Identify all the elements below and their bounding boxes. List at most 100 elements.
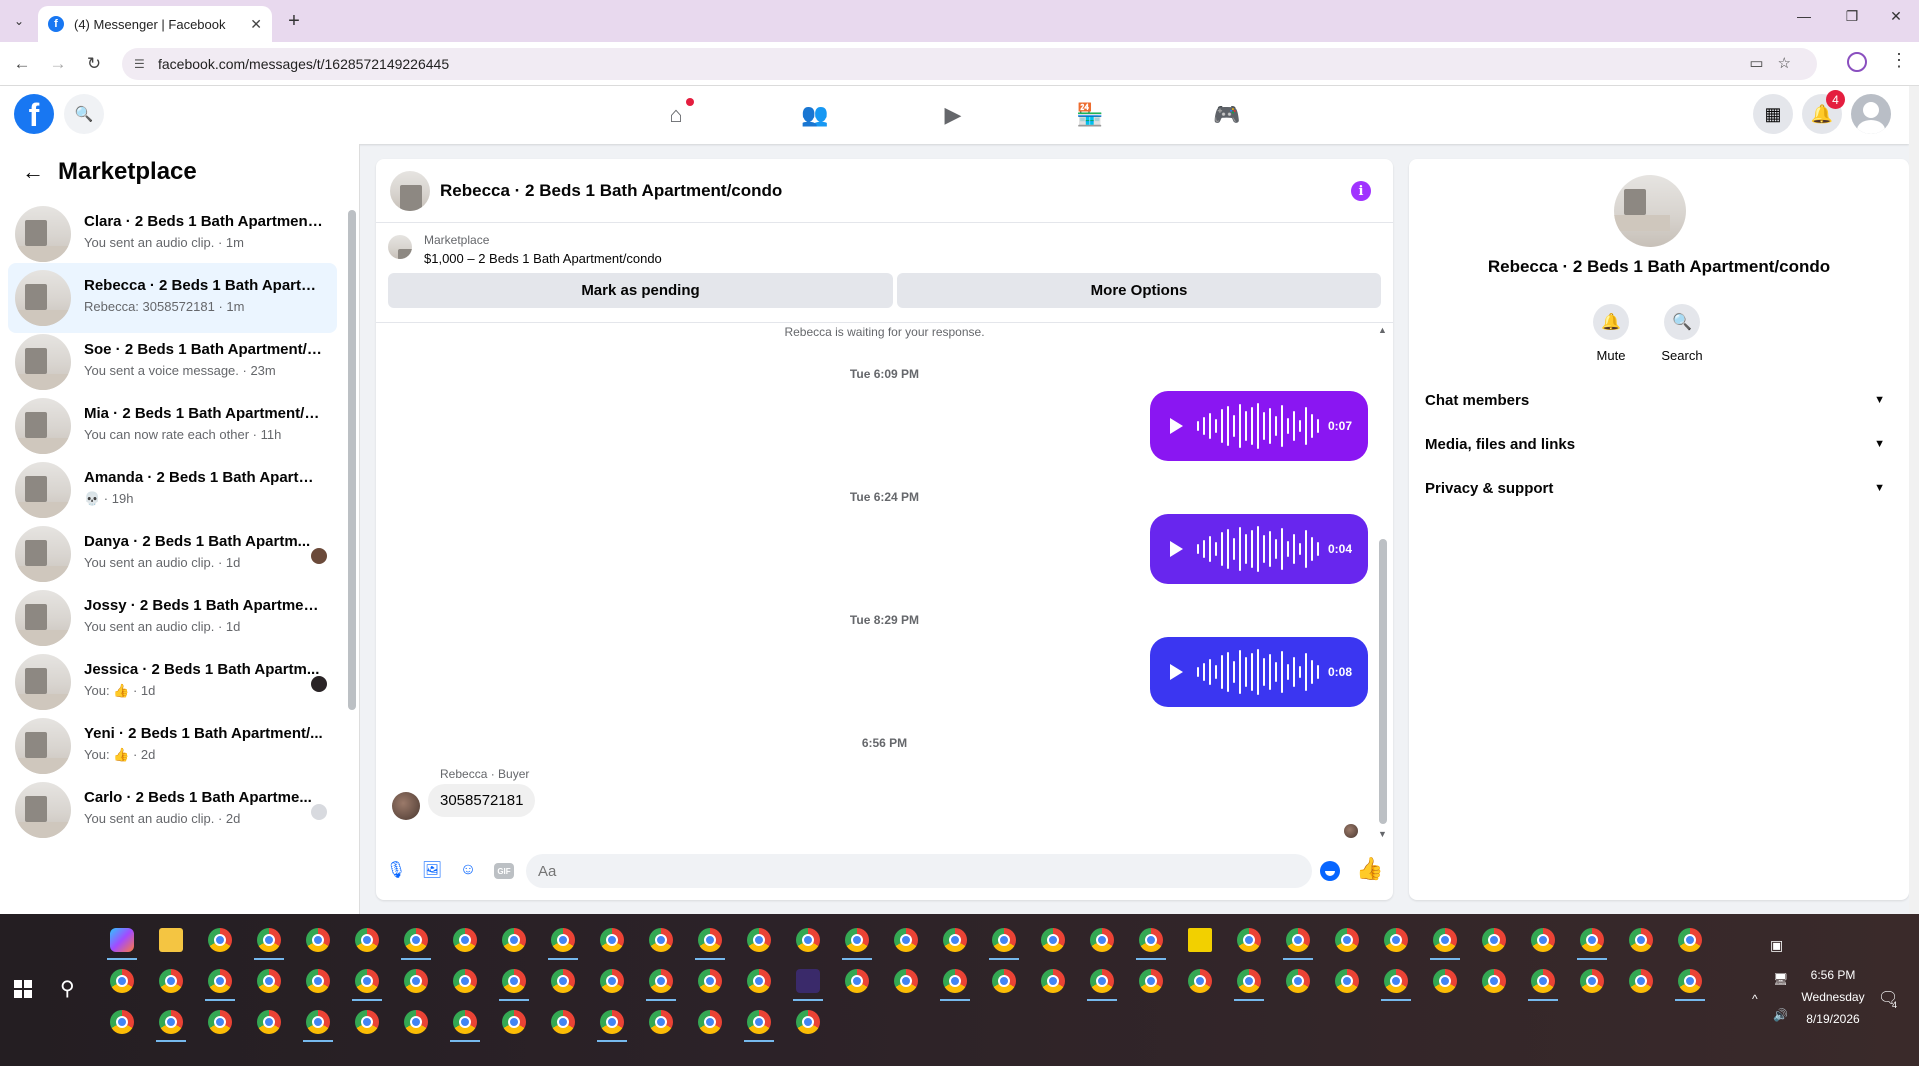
conversation-item-jossy[interactable]: Jossy · 2 Beds 1 Bath Apartment... You s… xyxy=(8,583,337,653)
chrome-window-icon[interactable] xyxy=(257,928,281,952)
restore-icon[interactable]: ❐ xyxy=(1832,8,1872,25)
conversation-item-amanda[interactable]: Amanda · 2 Beds 1 Bath Apartm... 💀 · 19h xyxy=(8,455,337,525)
chrome-window-icon[interactable] xyxy=(1237,928,1261,952)
chrome-window-icon[interactable] xyxy=(943,969,967,993)
forward-icon[interactable]: → xyxy=(46,52,70,76)
chrome-window-icon[interactable] xyxy=(1482,969,1506,993)
buyer-avatar[interactable] xyxy=(392,792,420,820)
chrome-window-icon[interactable] xyxy=(747,928,771,952)
chrome-window-icon[interactable] xyxy=(453,928,477,952)
chrome-window-icon[interactable] xyxy=(1678,969,1702,993)
attach-photo-icon[interactable]: 🖼 xyxy=(420,858,444,882)
privacy-support-section[interactable]: Privacy & support ▼ xyxy=(1425,473,1885,503)
conversation-list-scrollbar[interactable] xyxy=(348,210,356,710)
chrome-window-icon[interactable] xyxy=(845,969,869,993)
sticky-notes-icon[interactable] xyxy=(1188,928,1212,952)
chrome-window-icon[interactable] xyxy=(1139,969,1163,993)
clock-day[interactable]: Wednesday xyxy=(1790,990,1876,1004)
video-icon[interactable]: ▶ xyxy=(933,100,973,130)
volume-icon[interactable]: 🔊 xyxy=(1773,1008,1788,1022)
chat-scrollbar[interactable] xyxy=(1379,539,1387,824)
chrome-window-icon[interactable] xyxy=(1678,928,1702,952)
chrome-window-icon[interactable] xyxy=(1384,928,1408,952)
chrome-window-icon[interactable] xyxy=(943,928,967,952)
conversation-item-rebecca[interactable]: Rebecca · 2 Beds 1 Bath Apartm... Rebecc… xyxy=(8,263,337,333)
incoming-message-bubble[interactable]: 3058572181 xyxy=(428,784,536,817)
gaming-icon[interactable]: 🎮 xyxy=(1207,100,1247,130)
chat-title[interactable]: Rebecca · 2 Beds 1 Bath Apartment/condo xyxy=(440,181,782,201)
chrome-window-icon[interactable] xyxy=(306,928,330,952)
search-in-conversation-button[interactable]: 🔍 Search xyxy=(1647,304,1717,363)
windows-start-icon[interactable] xyxy=(14,980,32,998)
chrome-window-icon[interactable] xyxy=(1335,928,1359,952)
chrome-window-icon[interactable] xyxy=(1090,928,1114,952)
chrome-window-icon[interactable] xyxy=(1629,969,1653,993)
chrome-window-icon[interactable] xyxy=(1531,969,1555,993)
chrome-window-icon[interactable] xyxy=(110,1010,134,1034)
clock-date[interactable]: 8/19/2026 xyxy=(1790,1012,1876,1026)
chrome-window-icon[interactable] xyxy=(600,928,624,952)
chrome-window-icon[interactable] xyxy=(355,1010,379,1034)
back-icon[interactable]: ← xyxy=(10,52,34,76)
info-listing-thumbnail[interactable] xyxy=(1614,175,1686,247)
chrome-window-icon[interactable] xyxy=(600,969,624,993)
chrome-window-icon[interactable] xyxy=(1041,928,1065,952)
media-files-links-section[interactable]: Media, files and links ▼ xyxy=(1425,429,1885,459)
scroll-down-arrow-icon[interactable]: ▼ xyxy=(1378,829,1387,839)
chrome-window-icon[interactable] xyxy=(1433,969,1457,993)
chrome-window-icon[interactable] xyxy=(306,1010,330,1034)
conversation-item-clara[interactable]: Clara · 2 Beds 1 Bath Apartment/... You … xyxy=(8,199,337,269)
mark-as-pending-button[interactable]: Mark as pending xyxy=(388,273,893,308)
tab-search-chevron-icon[interactable]: ⌄ xyxy=(6,9,32,33)
chrome-window-icon[interactable] xyxy=(698,1010,722,1034)
gif-icon[interactable]: GIF xyxy=(494,863,514,879)
chrome-window-icon[interactable] xyxy=(698,928,722,952)
file-explorer-icon[interactable] xyxy=(159,928,183,952)
close-tab-icon[interactable]: ✕ xyxy=(250,16,262,33)
chrome-window-icon[interactable] xyxy=(1286,928,1310,952)
chrome-window-icon[interactable] xyxy=(1433,928,1457,952)
chrome-window-icon[interactable] xyxy=(1384,969,1408,993)
chrome-window-icon[interactable] xyxy=(992,928,1016,952)
friends-icon[interactable]: 👥 xyxy=(795,100,835,130)
chrome-window-icon[interactable] xyxy=(404,928,428,952)
network-icon[interactable]: 🖥 xyxy=(1773,972,1788,986)
facebook-logo-icon[interactable]: f xyxy=(14,94,54,134)
conversation-item-danya[interactable]: Danya · 2 Beds 1 Bath Apartm... You sent… xyxy=(8,519,337,589)
chrome-window-icon[interactable] xyxy=(649,1010,673,1034)
site-info-icon[interactable]: ☰ xyxy=(134,57,145,71)
chrome-window-icon[interactable] xyxy=(1482,928,1506,952)
chrome-window-icon[interactable] xyxy=(257,1010,281,1034)
chrome-window-icon[interactable] xyxy=(355,969,379,993)
window-close-icon[interactable]: ✕ xyxy=(1876,8,1916,25)
show-hidden-icons-icon[interactable]: ^ xyxy=(1752,992,1758,1006)
chrome-window-icon[interactable] xyxy=(747,1010,771,1034)
chrome-window-icon[interactable] xyxy=(1286,969,1310,993)
back-arrow-icon[interactable]: ← xyxy=(22,159,44,185)
page-scrollbar[interactable] xyxy=(1909,86,1919,914)
chrome-window-icon[interactable] xyxy=(1090,969,1114,993)
reload-icon[interactable]: ↻ xyxy=(82,52,106,76)
chrome-window-icon[interactable] xyxy=(502,969,526,993)
chrome-window-icon[interactable] xyxy=(355,928,379,952)
audio-message[interactable]: 0:04 xyxy=(1150,514,1368,584)
chrome-window-icon[interactable] xyxy=(1188,969,1212,993)
conversation-item-mia[interactable]: Mia · 2 Beds 1 Bath Apartment/c... You c… xyxy=(8,391,337,461)
chrome-window-icon[interactable] xyxy=(649,928,673,952)
marketplace-icon[interactable]: 🏪 xyxy=(1070,100,1110,130)
chrome-window-icon[interactable] xyxy=(159,969,183,993)
audio-message[interactable]: 0:07 xyxy=(1150,391,1368,461)
menu-grid-icon[interactable]: ▦ xyxy=(1753,94,1793,134)
chat-listing-thumbnail[interactable] xyxy=(390,171,430,211)
browser-tab[interactable]: f (4) Messenger | Facebook ✕ xyxy=(38,6,272,42)
chat-members-section[interactable]: Chat members ▼ xyxy=(1425,385,1885,415)
emoji-icon[interactable] xyxy=(1320,861,1340,881)
chrome-window-icon[interactable] xyxy=(551,928,575,952)
chrome-window-icon[interactable] xyxy=(1237,969,1261,993)
chrome-window-icon[interactable] xyxy=(747,969,771,993)
chrome-window-icon[interactable] xyxy=(208,928,232,952)
copilot-icon[interactable] xyxy=(110,928,134,952)
chrome-window-icon[interactable] xyxy=(600,1010,624,1034)
url-field[interactable]: ☰ facebook.com/messages/t/16285721492264… xyxy=(122,48,1817,80)
play-icon[interactable] xyxy=(1170,418,1183,434)
